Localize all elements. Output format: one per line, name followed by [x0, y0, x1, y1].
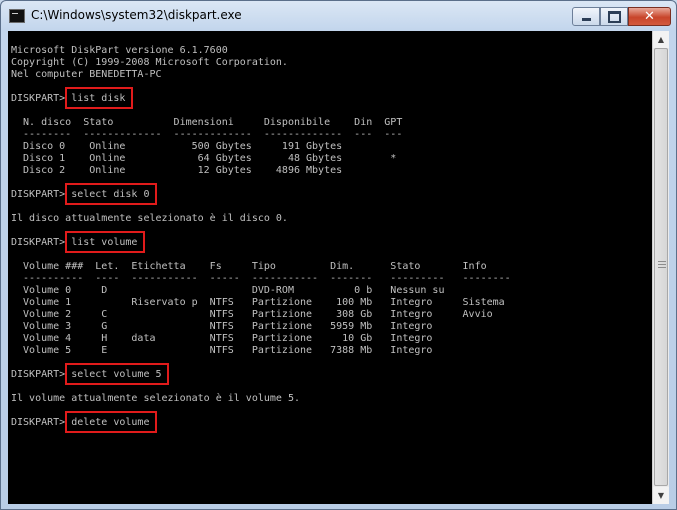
command-highlight-box: [65, 363, 170, 385]
close-button[interactable]: ✕: [628, 7, 671, 26]
console-app-icon[interactable]: [9, 9, 25, 23]
maximize-icon: [607, 10, 621, 23]
console-line: Disco 2 Online 12 Gbytes 4896 Mbytes: [11, 165, 343, 176]
minimize-button[interactable]: [572, 7, 600, 26]
console-line: Volume 4 H data NTFS Partizione 10 Gb In…: [11, 333, 433, 344]
scroll-down-button[interactable]: ▼: [653, 487, 669, 504]
console-line: Volume 1 Riservato p NTFS Partizione 100…: [11, 297, 505, 308]
console-line: Il disco attualmente selezionato è il di…: [11, 213, 288, 224]
console-line: Copyright (C) 1999-2008 Microsoft Corpor…: [11, 57, 288, 68]
title-bar[interactable]: C:\Windows\system32\diskpart.exe ✕: [1, 1, 676, 31]
minimize-icon: [581, 18, 591, 21]
scroll-thumb[interactable]: [654, 48, 668, 486]
close-icon: ✕: [644, 9, 655, 24]
arrow-up-icon: ▲: [657, 35, 665, 44]
console-line: -------- ------------- ------------- ---…: [11, 129, 403, 140]
console-line: Volume ### Let. Etichetta Fs Tipo Dim. S…: [11, 261, 487, 272]
command-highlight-box: [65, 231, 146, 253]
scroll-up-button[interactable]: ▲: [653, 31, 669, 48]
command-highlight-box: [65, 87, 134, 109]
vertical-scrollbar[interactable]: ▲ ▼: [652, 31, 669, 504]
console-output[interactable]: Microsoft DiskPart versione 6.1.7600 Copy…: [8, 31, 652, 504]
console-line: Il volume attualmente selezionato è il v…: [11, 393, 300, 404]
console-line: Volume 5 E NTFS Partizione 7388 Mb Integ…: [11, 345, 433, 356]
console-line: Volume 3 G NTFS Partizione 5959 Mb Integ…: [11, 321, 433, 332]
console-line: Microsoft DiskPart versione 6.1.7600: [11, 45, 228, 56]
console-line: Volume 0 D DVD-ROM 0 b Nessun su: [11, 285, 445, 296]
grip-line: [658, 264, 666, 265]
console-line: Nel computer BENEDETTA-PC: [11, 69, 162, 80]
arrow-down-icon: ▼: [657, 491, 665, 500]
grip-line: [658, 261, 666, 262]
console-line: ---------- ---- ----------- ----- ------…: [11, 273, 511, 284]
console-line: Disco 1 Online 64 Gbytes 48 Gbytes *: [11, 153, 397, 164]
maximize-button[interactable]: [600, 7, 628, 26]
console-window: C:\Windows\system32\diskpart.exe ✕ Micro…: [0, 0, 677, 510]
console-line: Disco 0 Online 500 Gbytes 191 Gbytes: [11, 141, 343, 152]
console-line: N. disco Stato Dimensioni Disponibile Di…: [11, 117, 403, 128]
command-highlight-box: [65, 183, 158, 205]
grip-line: [658, 267, 666, 268]
window-title: C:\Windows\system32\diskpart.exe: [31, 8, 242, 22]
console-line: Volume 2 C NTFS Partizione 308 Gb Integr…: [11, 309, 493, 320]
command-highlight-box: [65, 411, 158, 433]
